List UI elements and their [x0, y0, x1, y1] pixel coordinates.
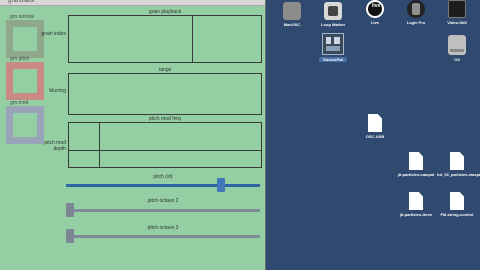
- slider-pitch[interactable]: [66, 178, 260, 192]
- app-loop-icon: [324, 2, 342, 20]
- desktop-icon-label: jit-particles.maxpat: [397, 172, 435, 177]
- desktop-icon-label: FM-string-control: [440, 212, 474, 217]
- pitch-mod-divider: [99, 123, 100, 167]
- desktop-icon-macosc[interactable]: MacOSC: [272, 2, 312, 27]
- toggle-normal-center: [13, 27, 37, 51]
- file-icon: [450, 152, 464, 170]
- desktop-icon-logic-pro[interactable]: Logic Pro: [396, 0, 436, 25]
- desktop-icon-sourcepat[interactable]: SourcePat: [313, 33, 353, 62]
- desktop-icon-live[interactable]: live Live: [355, 0, 395, 25]
- desktop-icon-video-still[interactable]: Video-Still: [437, 0, 477, 25]
- slider-octave-2[interactable]: [66, 203, 260, 217]
- blurring-label: blurring: [49, 88, 66, 94]
- grain-index-label: grain index: [41, 31, 66, 37]
- desktop-icon-loop-mation[interactable]: Loop Mation: [313, 2, 353, 27]
- desktop-icon-os[interactable]: OS: [437, 35, 477, 62]
- desktop-icon-label: jit-particles-three: [399, 212, 433, 217]
- app-gray-icon: [283, 2, 301, 20]
- desktop-icon-label: MacOSC: [283, 22, 301, 27]
- file-icon: [409, 152, 423, 170]
- live-icon: live: [366, 0, 384, 18]
- patch-canvas: grn.normal grn.pitch grn.mod grain playb…: [0, 6, 265, 270]
- slider-knob[interactable]: [217, 178, 225, 192]
- pitch-mod-depth-label: pitch mod depth: [44, 140, 66, 152]
- desktop-icon-jit-particles-three[interactable]: jit-particles-three: [396, 192, 436, 217]
- sourcepat-icon: [322, 33, 344, 55]
- desktop-icon-label: Logic Pro: [406, 20, 426, 25]
- desktop-icon-fut-particles[interactable]: fut_03_particles.maxpat: [437, 152, 480, 177]
- disk-icon: [448, 35, 466, 55]
- video-icon: [448, 0, 466, 18]
- slider-label-pitch: pitch (st): [153, 174, 173, 180]
- toggle-mod-center: [13, 113, 37, 137]
- grain-playback-multislider[interactable]: [68, 15, 262, 63]
- patch-window: granulator grn.normal grn.pitch grn.mod …: [0, 0, 266, 270]
- window-title: granulator: [8, 0, 36, 4]
- file-icon: [368, 114, 382, 132]
- desktop-icon-label: OSC-USB: [365, 134, 385, 139]
- desktop-icon-label: OS: [454, 57, 460, 62]
- pitch-mod-split: [69, 150, 261, 151]
- toggle-pitch[interactable]: [6, 62, 44, 100]
- range-multislider[interactable]: [68, 73, 262, 115]
- slider-label-octave-2: pitch octave 2: [147, 198, 179, 204]
- desktop-icon-label: Live: [370, 20, 379, 25]
- file-icon: [409, 192, 423, 210]
- file-icon: [450, 192, 464, 210]
- desktop-icon-label: Video-Still: [447, 20, 467, 25]
- desktop-icon-label: fut_03_particles.maxpat: [437, 172, 480, 177]
- slider-knob[interactable]: [66, 203, 74, 217]
- logic-icon: [407, 0, 425, 18]
- slider-octave-3[interactable]: [66, 229, 260, 243]
- grain-playback-divider: [192, 16, 193, 62]
- slider-knob[interactable]: [66, 229, 74, 243]
- toggle-pitch-center: [13, 69, 37, 93]
- desktop-icon-label: SourcePat: [319, 57, 347, 62]
- slider-label-octave-3: pitch octave 3: [147, 225, 179, 231]
- desktop-icon-label: Loop Mation: [321, 22, 345, 27]
- desktop-icon-jit-particles[interactable]: jit-particles.maxpat: [396, 152, 436, 177]
- pitch-mod-multislider[interactable]: [68, 122, 262, 168]
- window-border: [265, 0, 266, 270]
- desktop-icon-osc-usb[interactable]: OSC-USB: [355, 114, 395, 139]
- toggle-normal[interactable]: [6, 20, 44, 58]
- desktop-icon-fm-string-control[interactable]: FM-string-control: [437, 192, 477, 217]
- toggle-mod[interactable]: [6, 106, 44, 144]
